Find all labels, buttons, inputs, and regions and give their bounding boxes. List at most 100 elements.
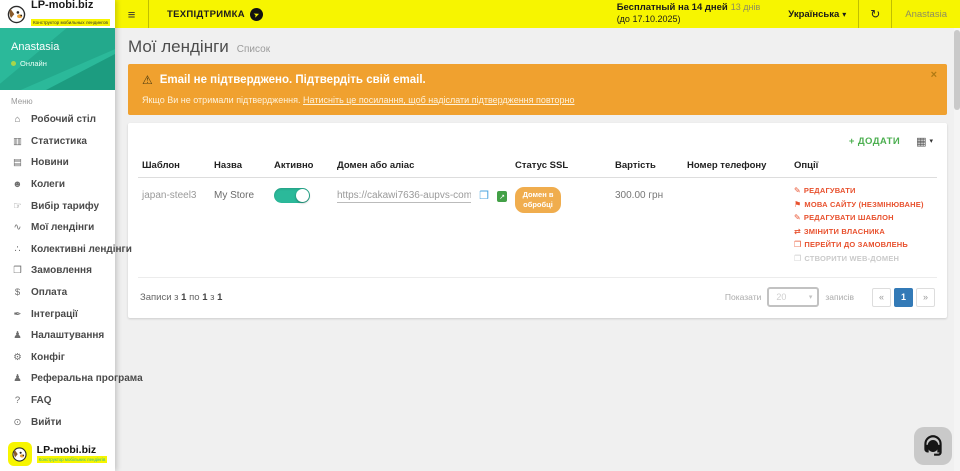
referral-icon: ♟: [11, 373, 24, 384]
option-edit[interactable]: ✎ РЕДАГУВАТИ: [794, 186, 933, 195]
language-selector[interactable]: Українська ▾: [776, 0, 858, 28]
next-page-button[interactable]: »: [916, 288, 935, 307]
refresh-button[interactable]: ↻: [858, 0, 892, 28]
row-name: My Store: [210, 178, 270, 278]
grid-icon: ▦: [916, 135, 926, 148]
main-content: Мої лендінги Список ⚠ Email не підтвердж…: [115, 28, 960, 471]
sidebar-item-my-landings[interactable]: ∿ Мої лендінги: [0, 217, 115, 239]
brand-name: LP-mobi.biz: [31, 0, 110, 11]
orders-icon: ❒: [11, 265, 24, 276]
warning-icon: ⚠: [142, 73, 153, 87]
table-footer: Записи з 1 по 1 з 1 Показати 20 ▾ записі…: [138, 278, 937, 314]
brand-logo[interactable]: LP-mobi.biz Конструктор мобильных лендин…: [0, 0, 115, 28]
landings-table: Шаблон Назва Активно Домен або аліас Ста…: [138, 152, 937, 278]
sidebar-username: Anastasia: [11, 41, 115, 53]
resend-confirmation-link[interactable]: Натисніть це посилання, щоб надіслати пі…: [303, 95, 574, 105]
topbar: ≡ ТЕХПІДТРИМКА ➤ Бесплатный на 14 дней13…: [115, 0, 960, 28]
option-change-owner[interactable]: ⇄ ЗМІНИТИ ВЛАСНИКА: [794, 227, 933, 236]
domain-link[interactable]: https://cakawi7636-aupvs-com-42: [337, 190, 471, 203]
brand-name: LP-mobi.biz: [37, 445, 108, 456]
option-go-to-orders[interactable]: ❒ ПЕРЕЙТИ ДО ЗАМОВЛЕНЬ: [794, 240, 933, 249]
banner-text: Якщо Ви не отримали підтвердження.: [142, 95, 303, 105]
tech-support-link[interactable]: ТЕХПІДТРИМКА ➤: [167, 8, 263, 21]
col-active: Активно: [270, 152, 333, 178]
online-status: Онлайн: [11, 59, 115, 68]
sidebar-item-faq[interactable]: ? FAQ: [0, 390, 115, 412]
col-domain: Домен або аліас: [333, 152, 511, 178]
config-icon: ⚙: [11, 352, 24, 363]
support-chat-button[interactable]: [914, 427, 952, 465]
card-toolbar: + ДОДАТИ ▦ ▾: [138, 130, 937, 152]
view-mode-button[interactable]: ▦ ▾: [916, 135, 933, 148]
col-ssl-status: Статус SSL: [511, 152, 611, 178]
brand-tagline: Конструктор мобільних лендінгів: [37, 456, 108, 463]
page-size-select[interactable]: 20 ▾: [767, 287, 819, 307]
sidebar-item-logout[interactable]: ⊙ Вийти: [0, 411, 115, 433]
chevron-down-icon: ▾: [929, 137, 933, 145]
refresh-icon: ↻: [870, 7, 880, 21]
colleagues-icon: ☻: [11, 179, 24, 190]
sidebar-item-desktop[interactable]: ⌂ Робочий стіл: [0, 109, 115, 131]
hamburger-icon: ≡: [128, 7, 136, 22]
page-size-value: 20: [776, 292, 786, 302]
sidebar-item-settings[interactable]: ♟ Налаштування: [0, 325, 115, 347]
chevron-down-icon: ▾: [842, 10, 846, 19]
page-title: Мої лендінги: [128, 37, 229, 57]
prev-page-button[interactable]: «: [872, 288, 891, 307]
logout-icon: ⊙: [11, 417, 24, 428]
page-header: Мої лендінги Список: [128, 37, 947, 57]
col-price: Вартість: [611, 152, 683, 178]
option-create-web-domain: ❐ СТВОРИТИ WEB-ДОМЕН: [794, 254, 933, 263]
menu-section-label: Меню: [0, 90, 115, 109]
sidebar-item-payment[interactable]: $ Оплата: [0, 282, 115, 304]
banner-close-icon[interactable]: ×: [931, 69, 937, 81]
sidebar-item-tariff[interactable]: ☞ Вибір тарифу: [0, 195, 115, 217]
sidebar-item-orders[interactable]: ❒ Замовлення: [0, 260, 115, 282]
active-toggle[interactable]: [274, 188, 310, 203]
option-edit-template[interactable]: ✎ РЕДАГУВАТИ ШАБЛОН: [794, 213, 933, 222]
landings-icon: ∿: [11, 222, 24, 233]
language-label: Українська: [788, 9, 839, 20]
sidebar-item-integrations[interactable]: ✒ Інтеграції: [0, 303, 115, 325]
sidebar-item-colleagues[interactable]: ☻ Колеги: [0, 174, 115, 196]
scrollbar[interactable]: [954, 28, 960, 471]
option-site-language[interactable]: ⚑ МОВА САЙТУ (НЕЗМІНЮВАНЕ): [794, 200, 933, 209]
table-row: japan-steel3 My Store https://cakawi7636…: [138, 178, 937, 278]
hamburger-menu-button[interactable]: ≡: [115, 0, 149, 28]
sidebar-item-news[interactable]: ▤ Новини: [0, 152, 115, 174]
sidebar-item-referral[interactable]: ♟ Реферальна програма: [0, 368, 115, 390]
trial-until: (до 17.10.2025): [617, 14, 761, 25]
sidebar-item-collective-landings[interactable]: ∴ Колективні лендінги: [0, 239, 115, 261]
exchange-icon: ⇄: [794, 227, 801, 236]
trial-days-left: 13 днів: [731, 2, 761, 12]
page-subtitle: Список: [237, 44, 270, 55]
brand-logo-bottom[interactable]: LP-mobi.biz Конструктор мобільних лендін…: [0, 442, 115, 466]
plus-icon: +: [849, 136, 855, 147]
show-label: Показати: [725, 292, 761, 302]
page-1-button[interactable]: 1: [894, 288, 913, 307]
sidebar-item-statistics[interactable]: ▥ Статистика: [0, 131, 115, 153]
scrollbar-thumb[interactable]: [954, 30, 960, 110]
row-price: 300.00 грн: [611, 178, 683, 278]
flag-icon: ⚑: [794, 200, 801, 209]
row-template: japan-steel3: [138, 178, 210, 278]
dog-logo-icon: [6, 4, 27, 25]
col-phone: Номер телефону: [683, 152, 790, 178]
sidebar-item-config[interactable]: ⚙ Конфіг: [0, 347, 115, 369]
table-header-row: Шаблон Назва Активно Домен або аліас Ста…: [138, 152, 937, 178]
payment-icon: $: [11, 287, 24, 298]
landings-card: + ДОДАТИ ▦ ▾ Шаблон Назва Активно Домен …: [128, 123, 947, 318]
trial-info: Бесплатный на 14 дней13 днів (до 17.10.2…: [617, 2, 761, 25]
telegram-icon: ➤: [248, 6, 265, 23]
email-warning-banner: ⚠ Email не підтверджено. Підтвердіть сві…: [128, 64, 947, 115]
col-template: Шаблон: [138, 152, 210, 178]
sidebar-nav: ⌂ Робочий стіл ▥ Статистика ▤ Новини ☻ К…: [0, 109, 115, 433]
col-options: Опції: [790, 152, 937, 178]
row-phone: [683, 178, 790, 278]
add-landing-button[interactable]: + ДОДАТИ: [849, 136, 900, 147]
topbar-username[interactable]: Anastasia: [892, 9, 960, 20]
external-link-icon[interactable]: ↗: [497, 191, 507, 202]
copy-icon[interactable]: ❐: [479, 191, 489, 202]
settings-icon: ♟: [11, 330, 24, 341]
page-icon: ❐: [794, 254, 801, 263]
